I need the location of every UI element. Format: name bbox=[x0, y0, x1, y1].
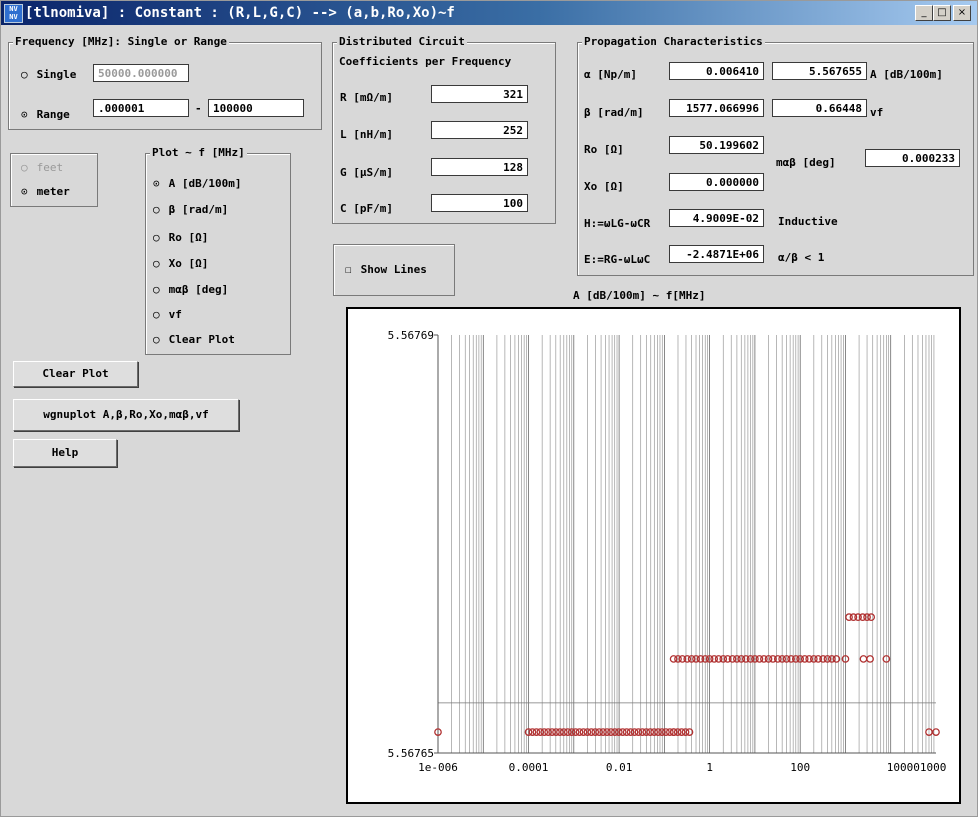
alpha-output: 0.006410 bbox=[669, 62, 764, 80]
radio-plot-mab-label: mαβ [deg] bbox=[168, 283, 229, 296]
app-icon[interactable]: NV NV bbox=[4, 4, 23, 23]
help-button[interactable]: Help bbox=[13, 439, 117, 467]
radio-selected-icon: ⊙ bbox=[21, 185, 28, 198]
h-output: 4.9009E-02 bbox=[669, 209, 764, 227]
circuit-legend: Distributed Circuit bbox=[337, 35, 467, 48]
radio-plot-ro-label: Ro [Ω] bbox=[168, 231, 209, 244]
frequency-legend: Frequency [MHz]: Single or Range bbox=[13, 35, 229, 48]
title-bar[interactable]: NV NV [tlnomiva] : Constant : (R,L,G,C) -… bbox=[1, 1, 977, 25]
vf-label: vf bbox=[870, 106, 884, 119]
circuit-r-input[interactable]: 321 bbox=[431, 85, 528, 103]
radio-empty-icon: ○ bbox=[21, 161, 28, 174]
ro-label: Ro [Ω] bbox=[584, 143, 624, 156]
plot-area: 5.56769 5.56765 1e-006 0.0001 0.01 1 100 100001… bbox=[358, 323, 960, 793]
radio-empty-icon: ○ bbox=[153, 308, 160, 321]
circuit-c-label: C [pF/m] bbox=[340, 202, 393, 215]
window-title: [tlnomiva] : Constant : (R,L,G,C) --> (a… bbox=[25, 5, 455, 21]
circuit-subtitle: Coefficients per Frequency bbox=[339, 55, 512, 68]
radio-meter[interactable]: ⊙ meter bbox=[21, 185, 70, 198]
circuit-l-input[interactable]: 252 bbox=[431, 121, 528, 139]
y-tick-label: 5.56765 bbox=[388, 747, 434, 760]
maximize-button[interactable]: □ bbox=[933, 5, 951, 21]
radio-feet[interactable]: ○ feet bbox=[21, 161, 63, 174]
wgnuplot-button[interactable]: wgnuplot A,β,Ro,Xo,mαβ,vf bbox=[13, 399, 239, 431]
beta-label: β [rad/m] bbox=[584, 106, 644, 119]
range-to-input[interactable]: 100000 bbox=[208, 99, 304, 117]
radio-plot-a-label: A [dB/100m] bbox=[168, 177, 242, 190]
data-point bbox=[867, 613, 876, 621]
e-label: E:=RG-ωLωC bbox=[584, 253, 651, 266]
show-lines-label: Show Lines bbox=[360, 263, 427, 276]
x-tick-label: 1 bbox=[706, 761, 713, 774]
circuit-g-input[interactable]: 128 bbox=[431, 158, 528, 176]
clear-plot-button[interactable]: Clear Plot bbox=[13, 361, 138, 387]
radio-single[interactable]: ○ Single bbox=[21, 68, 76, 81]
radio-feet-label: feet bbox=[36, 161, 64, 174]
radio-empty-icon: ○ bbox=[21, 68, 28, 81]
ro-output: 50.199602 bbox=[669, 136, 764, 154]
h-label: H:=ωLG-ωCR bbox=[584, 217, 651, 230]
a-output: 5.567655 bbox=[772, 62, 867, 80]
radio-empty-icon: ○ bbox=[153, 333, 160, 346]
single-frequency-input[interactable]: 50000.000000 bbox=[93, 64, 189, 82]
radio-range[interactable]: ⊙ Range bbox=[21, 108, 70, 121]
radio-selected-icon: ⊙ bbox=[153, 177, 160, 190]
radio-single-label: Single bbox=[36, 68, 77, 81]
radio-empty-icon: ○ bbox=[153, 283, 160, 296]
radio-plot-beta-label: β [rad/m] bbox=[168, 203, 229, 216]
y-tick-label: 5.56769 bbox=[388, 329, 434, 342]
data-point bbox=[859, 655, 868, 663]
scatter-chart: 5.56769 5.567651e-006 0.0001 0.01 1 100 100001… bbox=[388, 329, 960, 774]
show-lines-checkbox[interactable]: ☐ Show Lines bbox=[345, 263, 427, 276]
range-from-input[interactable]: .000001 bbox=[93, 99, 189, 117]
x-tick-label: 0.0001 bbox=[509, 761, 549, 774]
checkbox-icon: ☐ bbox=[345, 263, 352, 276]
e-output: -2.4871E+06 bbox=[669, 245, 764, 263]
radio-plot-vf-label: vf bbox=[168, 308, 182, 321]
a-label: A [dB/100m] bbox=[870, 68, 943, 81]
radio-plot-clear[interactable]: ○ Clear Plot bbox=[153, 333, 235, 346]
chart-title: A [dB/100m] ~ f[MHz] bbox=[573, 289, 706, 302]
radio-empty-icon: ○ bbox=[153, 257, 160, 270]
beta-output: 1577.066996 bbox=[669, 99, 764, 117]
radio-plot-beta[interactable]: ○ β [rad/m] bbox=[153, 203, 228, 216]
radio-plot-a[interactable]: ⊙ A [dB/100m] bbox=[153, 177, 241, 190]
radio-selected-icon: ⊙ bbox=[21, 108, 28, 121]
minimize-button[interactable]: _ bbox=[915, 5, 933, 21]
x-tick-label: 0.01 bbox=[606, 761, 633, 774]
radio-empty-icon: ○ bbox=[153, 203, 160, 216]
x-tick-label: 100 bbox=[790, 761, 810, 774]
xo-label: Xo [Ω] bbox=[584, 180, 624, 193]
circuit-r-label: R [mΩ/m] bbox=[340, 91, 393, 104]
x-tick-label: 10000100000 bbox=[887, 761, 947, 774]
radio-plot-clear-label: Clear Plot bbox=[168, 333, 235, 346]
x-tick-label: 1e-006 bbox=[418, 761, 458, 774]
radio-plot-xo[interactable]: ○ Xo [Ω] bbox=[153, 257, 208, 270]
xo-output: 0.000000 bbox=[669, 173, 764, 191]
circuit-c-input[interactable]: 100 bbox=[431, 194, 528, 212]
radio-plot-xo-label: Xo [Ω] bbox=[168, 257, 209, 270]
radio-meter-label: meter bbox=[36, 185, 70, 198]
radio-empty-icon: ○ bbox=[153, 231, 160, 244]
h-note: Inductive bbox=[778, 215, 838, 228]
radio-plot-vf[interactable]: ○ vf bbox=[153, 308, 182, 321]
radio-range-label: Range bbox=[36, 108, 70, 121]
circuit-l-label: L [nH/m] bbox=[340, 128, 393, 141]
radio-plot-ro[interactable]: ○ Ro [Ω] bbox=[153, 231, 208, 244]
mab-label: mαβ [deg] bbox=[776, 156, 836, 169]
propagation-legend: Propagation Characteristics bbox=[582, 35, 765, 48]
radio-plot-mab[interactable]: ○ mαβ [deg] bbox=[153, 283, 228, 296]
circuit-g-label: G [µS/m] bbox=[340, 166, 393, 179]
plot-select-legend: Plot ~ f [MHz] bbox=[150, 146, 247, 159]
plot-frame: 5.56769 5.56765 1e-006 0.0001 0.01 1 100 100001… bbox=[346, 307, 961, 804]
mab-output: 0.000233 bbox=[865, 149, 960, 167]
e-note: α/β < 1 bbox=[778, 251, 825, 264]
vf-output: 0.66448 bbox=[772, 99, 867, 117]
app-window: NV NV [tlnomiva] : Constant : (R,L,G,C) -… bbox=[0, 0, 978, 817]
data-point bbox=[866, 655, 874, 663]
close-button[interactable]: × bbox=[953, 5, 971, 21]
alpha-label: α [Np/m] bbox=[584, 68, 637, 81]
range-dash: - bbox=[195, 102, 202, 115]
